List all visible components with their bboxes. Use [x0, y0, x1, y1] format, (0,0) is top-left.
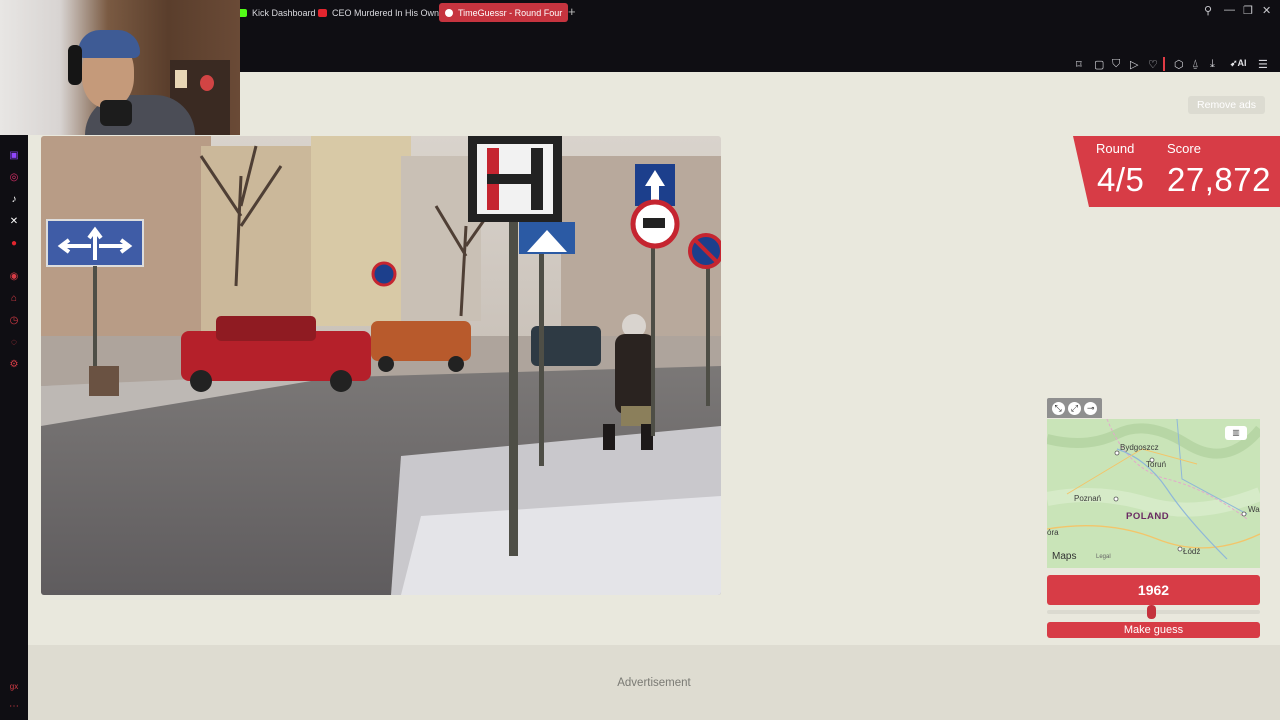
map-country-label: POLAND: [1126, 511, 1170, 522]
webcam-item: [200, 75, 214, 91]
browser-sidebar: ▣ ◎ ♪ ✕ ● ◉ ⌂ ◷ ◌ ⚙ gx ⋯: [0, 72, 28, 720]
pin-map-icon[interactable]: ⊸: [1084, 401, 1098, 415]
year-slider[interactable]: [1047, 605, 1260, 619]
map-controls: ⤡ ⤢ ⊸: [1047, 398, 1102, 418]
toolbar-separator: [1163, 57, 1165, 71]
youtube-icon[interactable]: ●: [8, 238, 20, 250]
gx-icon[interactable]: gx: [8, 681, 20, 693]
maps-logo: Maps: [1052, 551, 1076, 562]
ai-button[interactable]: ➹AI: [1230, 58, 1247, 69]
tab-youtube-video[interactable]: CEO Murdered In His Own: [312, 3, 445, 22]
youtube-icon: [318, 8, 327, 17]
map-city-label: Łódź: [1183, 547, 1201, 556]
historic-photo: [41, 136, 721, 595]
twitch-icon[interactable]: ▣: [8, 150, 20, 162]
round-value: 4/5: [1097, 161, 1145, 198]
new-tab-button[interactable]: +: [568, 4, 576, 20]
tab-label: TimeGuessr - Round Four: [458, 7, 563, 18]
close-icon[interactable]: ✕: [1262, 4, 1271, 17]
map-city-label: Wa: [1248, 505, 1260, 514]
player-icon[interactable]: ◉: [8, 271, 20, 283]
extensions-icon[interactable]: ⬡: [1174, 58, 1184, 71]
score-panel: Round 4/5 Score 27,872: [1073, 136, 1280, 207]
tab-label: Kick Dashboard: [252, 7, 316, 18]
webcam-item: [175, 70, 187, 88]
search-icon[interactable]: ⚲: [1204, 4, 1212, 17]
webcam-headphones: [68, 45, 82, 85]
shield-icon[interactable]: ⛉: [1112, 58, 1120, 71]
x-icon[interactable]: ✕: [8, 216, 20, 228]
account-icon[interactable]: ⍙: [1192, 58, 1199, 71]
make-guess-button[interactable]: Make guess: [1047, 622, 1260, 638]
chat-icon[interactable]: ◌: [8, 337, 20, 349]
pin-icon[interactable]: ⌂: [8, 293, 20, 305]
tab-timeguessr[interactable]: TimeGuessr - Round Four: [439, 3, 569, 22]
street-scene-image: [41, 136, 721, 595]
year-slider-thumb[interactable]: [1146, 605, 1156, 619]
map-layer-icon[interactable]: ▥: [1225, 426, 1247, 440]
webcam-bandana: [78, 30, 140, 58]
history-icon[interactable]: ◷: [8, 315, 20, 327]
webcam-overlay: [0, 0, 240, 135]
more-icon[interactable]: ⋯: [8, 701, 20, 713]
score-value: 27,872: [1167, 161, 1271, 198]
tab-kick-dashboard[interactable]: Kick Dashboard: [232, 3, 322, 22]
advertisement-label: Advertisement: [617, 677, 691, 689]
minimize-icon[interactable]: —: [1224, 4, 1235, 16]
heart-icon[interactable]: ♡: [1148, 58, 1158, 71]
snapshot-icon[interactable]: ▢: [1094, 58, 1104, 71]
remove-ads-button[interactable]: Remove ads: [1188, 96, 1265, 114]
tiktok-icon[interactable]: ♪: [8, 194, 20, 206]
map-city-label: óra: [1047, 528, 1059, 537]
tab-label: CEO Murdered In His Own: [332, 7, 440, 18]
ai-label: AI: [1237, 58, 1247, 68]
download-icon[interactable]: ⤓: [1210, 58, 1215, 71]
guess-map[interactable]: Bydgoszcz Toruń Poznań Łódź Wa óra POLAN…: [1047, 419, 1260, 568]
map-city-label: Poznań: [1074, 494, 1102, 503]
maps-brand-text: Maps: [1052, 551, 1077, 562]
webcam-microphone: [100, 100, 132, 126]
bookmark-icon[interactable]: ⌑: [1076, 58, 1082, 71]
maximize-icon[interactable]: ❐: [1243, 4, 1253, 17]
map-legal-link[interactable]: Legal: [1096, 554, 1111, 560]
advertisement-area: Advertisement: [28, 645, 1280, 720]
send-icon: ➹: [1230, 58, 1238, 68]
instagram-icon[interactable]: ◎: [8, 172, 20, 184]
round-label: Round: [1096, 141, 1135, 156]
map-city-label: Bydgoszcz: [1120, 443, 1159, 452]
expand-map-icon[interactable]: ⤡: [1051, 401, 1065, 415]
play-icon[interactable]: ▷: [1130, 58, 1138, 71]
year-display: 1962: [1047, 575, 1260, 605]
settings-icon[interactable]: ⚙: [8, 359, 20, 371]
menu-icon[interactable]: ☰: [1258, 58, 1268, 71]
shrink-map-icon[interactable]: ⤢: [1067, 401, 1081, 415]
map-city-label: Toruń: [1146, 460, 1167, 469]
timeguessr-icon: [445, 8, 453, 17]
score-label: Score: [1167, 141, 1201, 156]
